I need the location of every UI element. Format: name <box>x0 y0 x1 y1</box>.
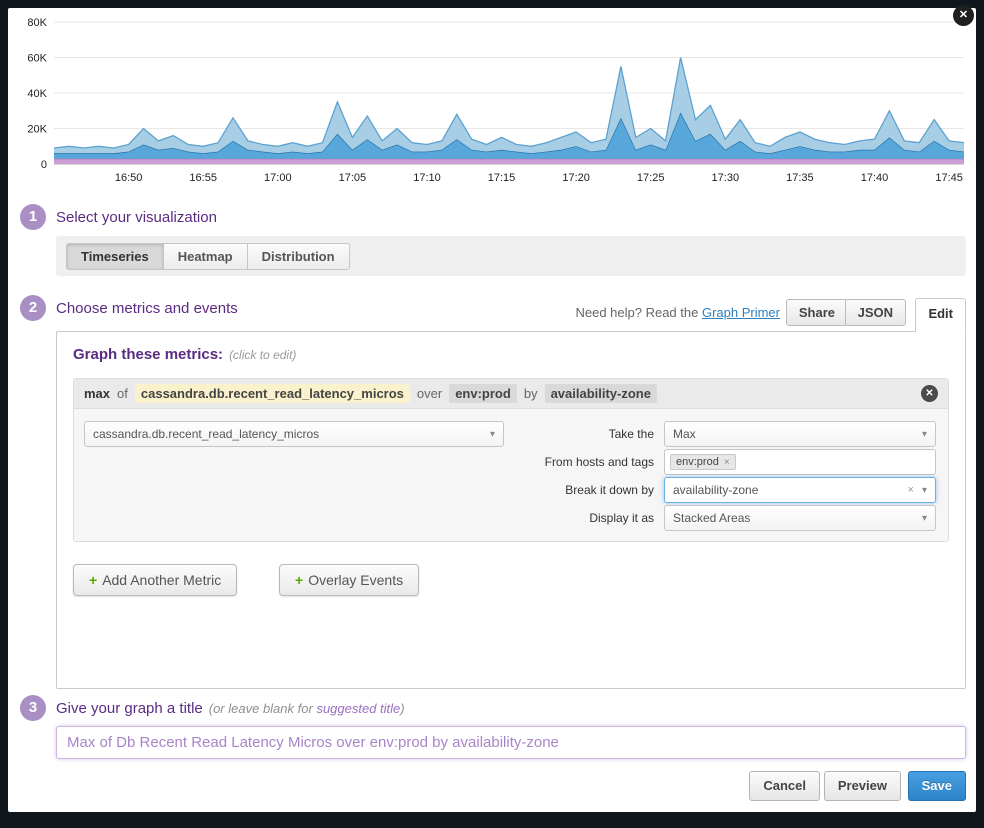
chevron-down-icon: ▾ <box>922 513 927 524</box>
display-as-select[interactable]: Stacked Areas ▾ <box>664 505 936 531</box>
group-by-value: availability-zone <box>673 483 900 497</box>
step-1-title: Select your visualization <box>56 209 217 226</box>
metrics-panel: Graph these metrics: (click to edit) max … <box>56 331 966 689</box>
add-another-metric-button[interactable]: + Add Another Metric <box>73 564 237 596</box>
svg-text:17:30: 17:30 <box>712 172 740 184</box>
aggregation-select[interactable]: Max ▾ <box>664 421 936 447</box>
query-bar[interactable]: max of cassandra.db.recent_read_latency_… <box>74 379 948 409</box>
step-3-badge: 3 <box>20 695 46 721</box>
clear-icon[interactable]: × <box>908 484 914 496</box>
step-2-badge: 2 <box>20 295 46 321</box>
preview-button[interactable]: Preview <box>824 771 901 801</box>
metric-select[interactable]: cassandra.db.recent_read_latency_micros … <box>84 421 504 447</box>
tab-distribution[interactable]: Distribution <box>247 243 350 270</box>
svg-text:0: 0 <box>41 159 47 171</box>
take-the-label: Take the <box>494 421 654 447</box>
aggregation-value: Max <box>673 427 914 441</box>
step-3-hint: (or leave blank for suggested title) <box>209 701 405 716</box>
graph-title-input[interactable] <box>56 726 966 759</box>
click-to-edit-hint: (click to edit) <box>229 348 296 362</box>
scope-tag[interactable]: env:prod × <box>670 454 736 470</box>
display-as-label: Display it as <box>494 505 654 531</box>
help-text: Need help? Read the Graph Primer <box>575 305 780 320</box>
suggested-title-link[interactable]: suggested title <box>316 701 400 716</box>
svg-text:17:40: 17:40 <box>861 172 889 184</box>
remove-tag-icon[interactable]: × <box>724 457 730 468</box>
step-3-title-text: Give your graph a title <box>56 700 203 717</box>
svg-text:17:05: 17:05 <box>339 172 367 184</box>
tab-heatmap[interactable]: Heatmap <box>163 243 248 270</box>
query-over-word: over <box>417 386 442 401</box>
svg-text:17:20: 17:20 <box>562 172 590 184</box>
hint-prefix: (or leave blank for <box>209 701 313 716</box>
graph-primer-link[interactable]: Graph Primer <box>702 305 780 320</box>
svg-text:40K: 40K <box>27 88 47 100</box>
display-as-value: Stacked Areas <box>673 511 914 525</box>
metric-editor: max of cassandra.db.recent_read_latency_… <box>73 378 949 542</box>
metric-select-value: cassandra.db.recent_read_latency_micros <box>93 427 482 441</box>
query-by-word: by <box>524 386 538 401</box>
svg-text:17:15: 17:15 <box>488 172 516 184</box>
overlay-events-label: Overlay Events <box>308 572 403 588</box>
svg-text:17:35: 17:35 <box>786 172 814 184</box>
break-down-label: Break it down by <box>494 477 654 503</box>
overlay-events-button[interactable]: + Overlay Events <box>279 564 419 596</box>
save-button[interactable]: Save <box>908 771 966 801</box>
add-another-metric-label: Add Another Metric <box>102 572 221 588</box>
svg-text:60K: 60K <box>27 53 47 65</box>
chevron-down-icon: ▾ <box>922 429 927 440</box>
svg-text:17:25: 17:25 <box>637 172 665 184</box>
timeseries-chart[interactable]: 0 20K 40K 60K 80K 16:50 16:55 17:00 17:05 17:10 17… <box>10 14 970 186</box>
graph-metrics-heading-text: Graph these metrics: <box>73 346 223 363</box>
from-hosts-label: From hosts and tags <box>494 449 654 475</box>
graph-editor-modal: 0 20K 40K 60K 80K 16:50 16:55 17:00 17:05 17:10 17… <box>8 8 976 812</box>
edit-tab[interactable]: Edit <box>915 298 966 332</box>
plus-icon: + <box>89 572 97 588</box>
svg-text:17:10: 17:10 <box>413 172 441 184</box>
step-1-badge: 1 <box>20 204 46 230</box>
scope-tag-text: env:prod <box>676 456 719 468</box>
share-button[interactable]: Share <box>786 299 848 326</box>
step-3-title: Give your graph a title (or leave blank f… <box>56 700 405 717</box>
step-2-title: Choose metrics and events <box>56 300 238 317</box>
query-aggregation[interactable]: max <box>84 386 110 401</box>
svg-text:20K: 20K <box>27 124 47 136</box>
plus-icon: + <box>295 572 303 588</box>
query-group-token[interactable]: availability-zone <box>545 384 657 403</box>
close-icon[interactable]: ✕ <box>953 5 974 26</box>
scope-tags-input[interactable]: env:prod × <box>664 449 936 475</box>
json-button[interactable]: JSON <box>845 299 906 326</box>
tab-timeseries[interactable]: Timeseries <box>66 243 164 270</box>
svg-text:17:45: 17:45 <box>935 172 963 184</box>
svg-text:80K: 80K <box>27 17 47 29</box>
remove-query-icon[interactable]: ✕ <box>921 385 938 402</box>
help-text-prefix: Need help? Read the <box>575 305 698 320</box>
query-metric-token[interactable]: cassandra.db.recent_read_latency_micros <box>135 384 410 403</box>
svg-text:16:50: 16:50 <box>115 172 143 184</box>
graph-metrics-heading: Graph these metrics: (click to edit) <box>73 346 296 363</box>
svg-text:17:00: 17:00 <box>264 172 292 184</box>
query-scope-token[interactable]: env:prod <box>449 384 517 403</box>
group-by-select[interactable]: availability-zone × ▾ <box>664 477 936 503</box>
chevron-down-icon: ▾ <box>922 485 927 496</box>
query-of-word: of <box>117 386 128 401</box>
svg-text:16:55: 16:55 <box>189 172 217 184</box>
visualization-tabs-strip: Timeseries Heatmap Distribution <box>56 236 966 276</box>
hint-suffix: ) <box>400 701 404 716</box>
cancel-button[interactable]: Cancel <box>749 771 820 801</box>
